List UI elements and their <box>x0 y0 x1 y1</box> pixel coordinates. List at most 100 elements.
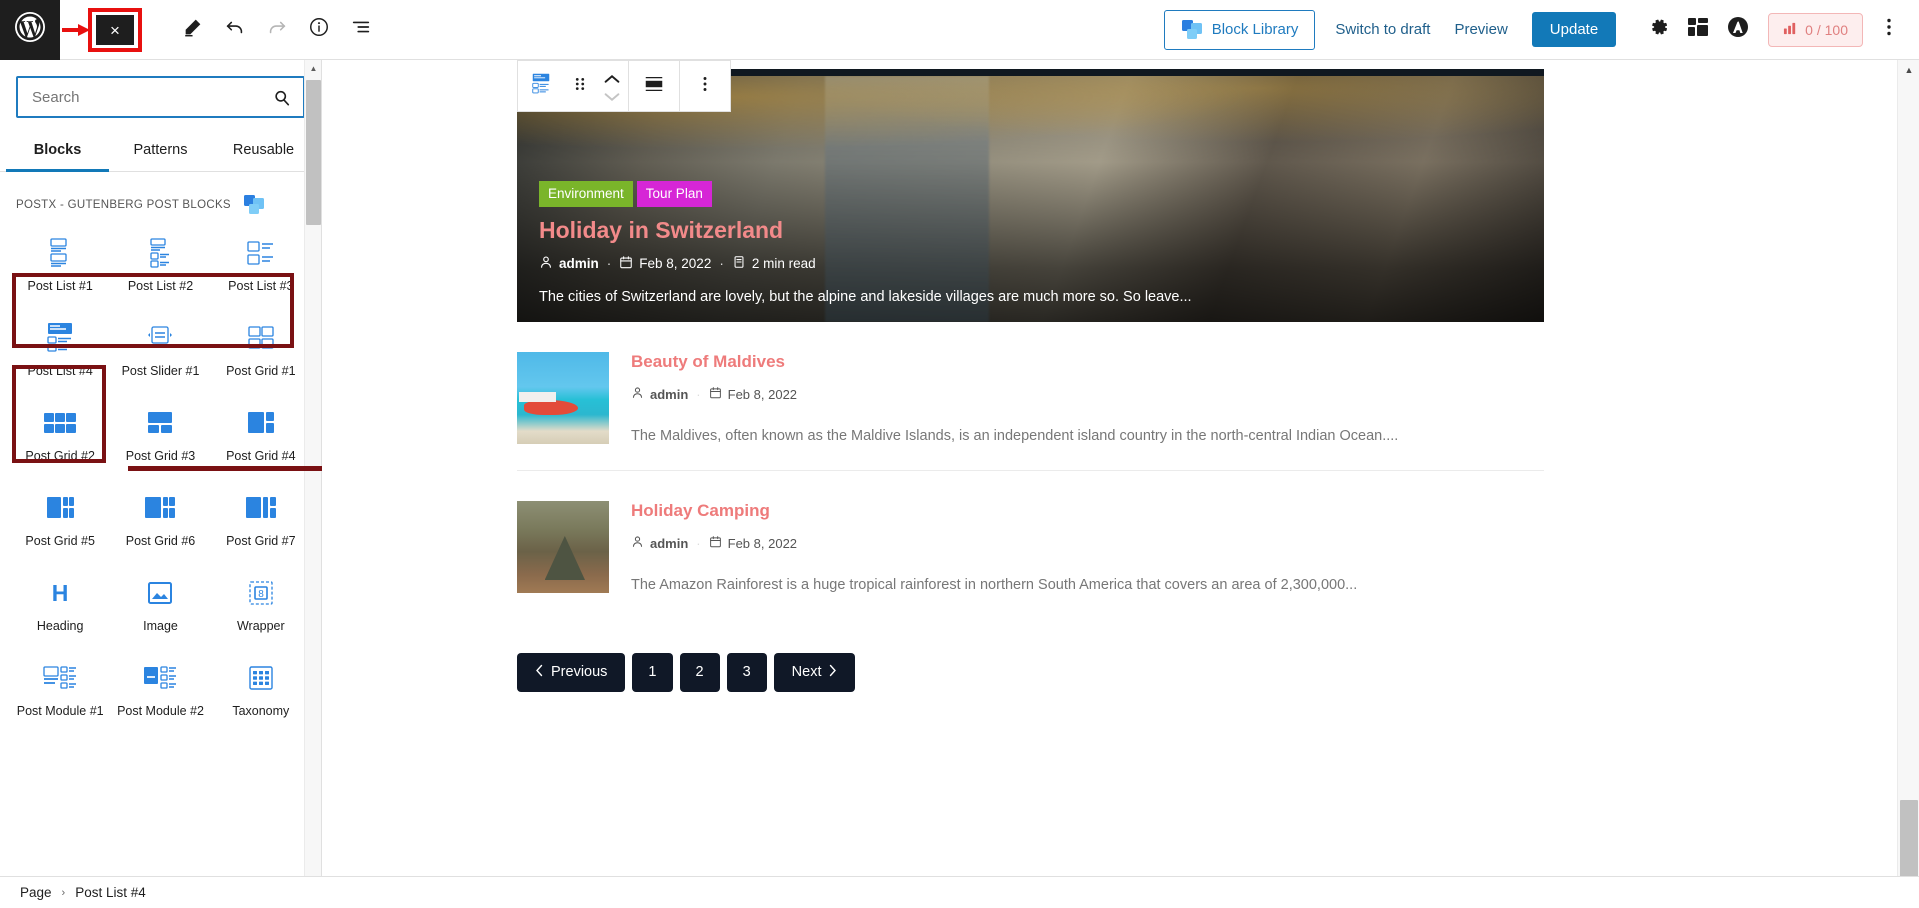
block-item-post-list-2[interactable]: Post List #2 <box>110 224 210 309</box>
tab-patterns[interactable]: Patterns <box>109 134 212 171</box>
post-list-4-icon <box>530 73 552 100</box>
undo-button[interactable] <box>214 0 256 60</box>
update-button[interactable]: Update <box>1531 12 1617 47</box>
post-body: Beauty of Maldives admin · Feb 8, 2022 T… <box>631 352 1544 444</box>
block-item-post-grid-2[interactable]: Post Grid #2 <box>10 394 110 479</box>
post-author: admin <box>631 535 688 551</box>
block-label: Post List #1 <box>27 279 93 293</box>
scroll-up-arrow-icon[interactable]: ▲ <box>305 60 321 77</box>
tab-blocks[interactable]: Blocks <box>6 134 109 172</box>
block-options-button[interactable] <box>680 61 730 111</box>
post-grid-3-icon <box>146 406 174 440</box>
top-bar-actions: Block Library Switch to draft Preview Up… <box>1163 0 1919 60</box>
block-label: Post List #3 <box>228 279 294 293</box>
preview-button[interactable]: Preview <box>1454 21 1507 38</box>
wordpress-logo-button[interactable] <box>0 0 60 60</box>
block-item-post-grid-7[interactable]: Post Grid #7 <box>211 479 311 564</box>
post-date: Feb 8, 2022 <box>709 535 797 551</box>
editor-canvas: Environment Tour Plan Holiday in Switzer… <box>322 60 1897 908</box>
block-item-post-grid-1[interactable]: Post Grid #1 <box>211 309 311 394</box>
term-environment[interactable]: Environment <box>539 181 633 207</box>
block-toolbar <box>517 60 731 112</box>
search-area <box>0 60 321 118</box>
canvas-scroll-thumb[interactable] <box>1900 800 1918 878</box>
settings-button[interactable] <box>1638 0 1678 60</box>
post-author: admin <box>631 386 688 402</box>
canvas-scrollbar[interactable]: ▲ ▼ <box>1897 60 1919 908</box>
pagination-next-button[interactable]: Next <box>773 653 856 692</box>
post-list-3-icon <box>246 236 276 270</box>
postx-logo-icon <box>243 194 265 216</box>
block-item-post-module-1[interactable]: Post Module #1 <box>10 649 110 734</box>
tab-reusable[interactable]: Reusable <box>212 134 315 171</box>
post-date-value: Feb 8, 2022 <box>727 535 798 551</box>
hero-post-meta: admin · Feb 8, 2022 · 2 min read <box>539 255 1522 272</box>
pagination-page-2[interactable]: 2 <box>679 653 720 692</box>
user-icon <box>631 386 644 402</box>
hero-post-title[interactable]: Holiday in Switzerland <box>539 217 1522 244</box>
term-tour-plan[interactable]: Tour Plan <box>636 181 712 207</box>
block-library-button[interactable]: Block Library <box>1163 9 1316 50</box>
switch-to-draft-button[interactable]: Switch to draft <box>1335 21 1430 38</box>
breadcrumb-current[interactable]: Post List #4 <box>75 885 146 900</box>
pagination-page-1[interactable]: 1 <box>632 653 673 692</box>
redo-button[interactable] <box>256 0 298 60</box>
block-item-heading[interactable]: H Heading <box>10 564 110 649</box>
pagination: Previous 1 2 3 Next <box>517 619 1544 692</box>
block-item-post-list-3[interactable]: Post List #3 <box>211 224 311 309</box>
seo-score-badge[interactable]: 0 / 100 <box>1768 12 1863 47</box>
block-label: Post Module #1 <box>16 704 104 718</box>
block-label: Taxonomy <box>232 704 290 718</box>
post-list-item[interactable]: Beauty of Maldives admin · Feb 8, 2022 T… <box>517 322 1544 471</box>
maldives-thumbnail[interactable] <box>517 352 609 444</box>
block-label: Wrapper <box>236 619 285 633</box>
block-item-post-list-4[interactable]: Post List #4 <box>10 309 110 394</box>
details-button[interactable] <box>298 0 340 60</box>
sidebar-scrollbar[interactable]: ▲ ▼ <box>304 60 321 908</box>
drag-handle-button[interactable] <box>564 73 596 100</box>
block-item-post-module-2[interactable]: Post Module #2 <box>110 649 210 734</box>
post-excerpt: The Maldives, often known as the Maldive… <box>631 428 1399 444</box>
close-button[interactable]: × <box>96 15 134 45</box>
camping-thumbnail[interactable] <box>517 501 609 593</box>
block-item-image[interactable]: Image <box>110 564 210 649</box>
post-list-4-icon <box>45 321 75 355</box>
sidebar-scroll-thumb[interactable] <box>306 80 321 225</box>
pagination-page-3[interactable]: 3 <box>726 653 767 692</box>
post-meta: admin · Feb 8, 2022 <box>631 386 1544 402</box>
block-item-taxonomy[interactable]: Taxonomy <box>211 649 311 734</box>
more-options-button[interactable] <box>1869 0 1909 60</box>
block-item-post-list-1[interactable]: Post List #1 <box>10 224 110 309</box>
chevron-right-icon <box>828 664 837 681</box>
post-title[interactable]: Holiday Camping <box>631 501 1544 521</box>
search-input[interactable] <box>32 88 289 106</box>
block-item-post-slider-1[interactable]: Post Slider #1 <box>110 309 210 394</box>
block-library-label: Block Library <box>1211 21 1299 38</box>
post-list-4-block[interactable]: Environment Tour Plan Holiday in Switzer… <box>517 69 1544 692</box>
edit-mode-button[interactable] <box>172 0 214 60</box>
hero-excerpt: The cities of Switzerland are lovely, bu… <box>539 289 1192 305</box>
heading-icon: H <box>47 576 73 610</box>
post-list-item[interactable]: Holiday Camping admin · Feb 8, 2022 The … <box>517 471 1544 619</box>
block-settings-button[interactable] <box>1678 0 1718 60</box>
block-type-button[interactable] <box>518 73 564 100</box>
list-view-button[interactable] <box>340 0 382 60</box>
search-box[interactable] <box>16 76 305 118</box>
block-mover-buttons[interactable] <box>596 68 628 104</box>
block-label: Heading <box>36 619 84 633</box>
block-item-post-grid-6[interactable]: Post Grid #6 <box>110 479 210 564</box>
post-author-name: admin <box>650 535 689 551</box>
calendar-icon <box>709 535 722 551</box>
block-item-wrapper[interactable]: 8 Wrapper <box>211 564 311 649</box>
breadcrumb-root[interactable]: Page <box>20 885 52 900</box>
astra-plugin-button[interactable] <box>1718 0 1758 60</box>
list-view-icon <box>350 16 372 43</box>
seo-signal-icon <box>1783 21 1798 39</box>
pagination-previous-button[interactable]: Previous <box>517 653 626 692</box>
post-title[interactable]: Beauty of Maldives <box>631 352 1544 372</box>
wordpress-logo-icon <box>12 9 48 50</box>
scroll-up-arrow-icon[interactable]: ▲ <box>1898 60 1919 80</box>
block-item-post-grid-5[interactable]: Post Grid #5 <box>10 479 110 564</box>
align-button[interactable] <box>629 61 679 111</box>
hero-author-name: admin <box>559 256 599 271</box>
